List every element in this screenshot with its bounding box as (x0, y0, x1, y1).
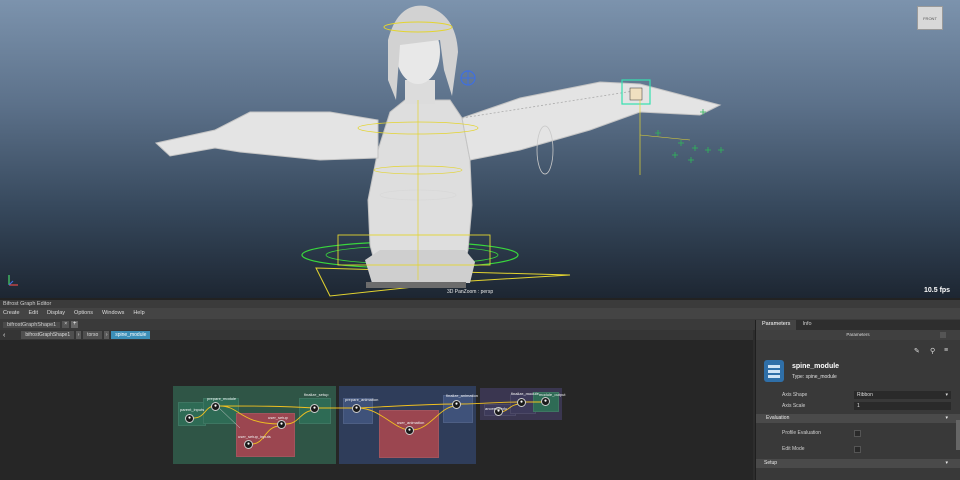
edit-mode-checkbox[interactable] (854, 446, 861, 453)
param-profile-evaluation: Profile Evaluation (756, 425, 960, 441)
menu-display[interactable]: Display (47, 310, 65, 317)
finger-controls (655, 109, 724, 163)
node-wires (193, 401, 545, 445)
port-user-animation[interactable]: ● (405, 426, 414, 435)
label-user-setup-inputs: user_setup_inputs (238, 434, 271, 439)
label-finalize-setup: finalize_setup (304, 392, 329, 397)
pin-icon[interactable]: ⚲ (930, 347, 935, 355)
editor-menubar: Create Edit Display Options Windows Help (0, 308, 960, 319)
label-finalize-animation: finalize_animation (446, 393, 479, 398)
close-tab-icon[interactable]: × (62, 321, 70, 328)
close-panel-icon[interactable] (940, 332, 946, 338)
parameters-panel: Parameters Info Parameters ✎ ⚲ ≡ spine_m… (755, 320, 960, 480)
param-edit-mode: Edit Mode (756, 441, 960, 457)
tab-graph-shape[interactable]: bifrostGraphShape1 (3, 321, 61, 328)
character-rig[interactable] (0, 0, 960, 298)
axis-scale-input[interactable]: 1 (854, 402, 951, 410)
label-user-animation: user_animation (397, 420, 425, 425)
wrist-joint (629, 87, 643, 101)
menu-windows[interactable]: Windows (102, 310, 124, 317)
param-axis-scale: Axis Scale 1 (756, 401, 960, 412)
menu-icon[interactable]: ≡ (944, 347, 948, 354)
port-prepare-animation[interactable]: ● (352, 404, 361, 413)
viewcube[interactable]: FRONT (917, 6, 943, 30)
section-evaluation[interactable]: Evaluation ▾ (756, 414, 960, 423)
label-prepare-module: prepare_module (207, 396, 237, 401)
node-name: spine_module (792, 363, 840, 370)
params-header: Parameters (756, 330, 960, 340)
menu-create[interactable]: Create (3, 310, 20, 317)
breadcrumb-separator-icon: › (104, 331, 110, 339)
menu-help[interactable]: Help (133, 310, 144, 317)
edit-mode-label: Edit Mode (782, 446, 805, 452)
breadcrumb-separator-icon: › (76, 331, 82, 339)
label-user-setup: user_setup (268, 415, 288, 420)
node-info: spine_module Type: spine_module (756, 360, 960, 390)
port-finalize-animation[interactable]: ● (452, 400, 461, 409)
axis-scale-label: Axis Scale (782, 403, 806, 409)
params-scrollbar[interactable] (956, 420, 960, 450)
section-setup-label: Setup (764, 460, 778, 466)
label-ancestor-info: ancestorInfo (485, 406, 508, 411)
axis-gizmo-icon (8, 275, 18, 286)
param-axis-shape: Axis Shape Ribbon (756, 390, 960, 401)
section-setup[interactable]: Setup ▾ (756, 459, 960, 468)
menu-edit[interactable]: Edit (29, 310, 38, 317)
section-evaluation-label: Evaluation (766, 415, 790, 421)
graph-canvas[interactable]: ● ● ● ● ● ● ● ● ● ● ● parent_inputs prep… (0, 340, 753, 480)
label-prepare-animation: prepare_animation (345, 397, 379, 402)
port-module-output[interactable]: ● (541, 397, 550, 406)
breadcrumb-torso[interactable]: torso (83, 331, 103, 339)
fps-counter: 10.5 fps (924, 287, 951, 294)
label-finalize-module: finalize_module (511, 391, 539, 396)
right-arm (461, 81, 722, 161)
tab-info[interactable]: Info (796, 320, 817, 330)
breadcrumb-spine-module[interactable]: spine_module (111, 331, 151, 339)
port-finalize-module[interactable]: ● (517, 398, 526, 407)
chevron-down-icon: ▾ (945, 415, 948, 421)
node-type: Type: spine_module (792, 374, 837, 380)
port-user-setup-inputs[interactable]: ● (244, 440, 253, 449)
back-arrow-icon[interactable]: ‹ (3, 332, 5, 339)
profile-evaluation-checkbox[interactable] (854, 430, 861, 437)
port-user-setup[interactable]: ● (277, 420, 286, 429)
tab-parameters[interactable]: Parameters (756, 320, 797, 330)
editor-title: Bifrost Graph Editor (0, 298, 960, 308)
port-parent-inputs[interactable]: ● (185, 414, 194, 423)
label-parent-inputs: parent_inputs (180, 407, 205, 412)
torso-base (365, 250, 475, 283)
app-root: FRONT 3D PanZoom : persp 10.5 fps Bifros… (0, 0, 960, 480)
label-module-output: module_output (539, 392, 566, 397)
compound-node-icon (764, 360, 784, 382)
breadcrumb-graph-shape[interactable]: bifrostGraphShape1 (21, 331, 75, 339)
params-header-label: Parameters (846, 332, 870, 337)
3d-viewport[interactable]: FRONT 3D PanZoom : persp 10.5 fps (0, 0, 960, 298)
left-arm (154, 111, 379, 161)
port-finalize-setup[interactable]: ● (310, 404, 319, 413)
base-shadow (366, 282, 466, 288)
params-toolbar: ✎ ⚲ ≡ (756, 340, 960, 360)
axis-shape-label: Axis Shape (782, 392, 808, 398)
port-prepare-module[interactable]: ● (211, 402, 220, 411)
profile-evaluation-label: Profile Evaluation (782, 430, 821, 436)
breadcrumb: ‹ bifrostGraphShape1 › torso › spine_mod… (0, 330, 753, 340)
add-tab-icon[interactable]: + (71, 321, 79, 328)
params-tabbar: Parameters Info (756, 320, 960, 330)
pencil-icon[interactable]: ✎ (914, 347, 920, 355)
axis-shape-select[interactable]: Ribbon (854, 391, 951, 399)
camera-label: 3D PanZoom : persp (447, 289, 494, 295)
menu-options[interactable]: Options (74, 310, 93, 317)
chevron-down-icon: ▾ (945, 460, 948, 466)
